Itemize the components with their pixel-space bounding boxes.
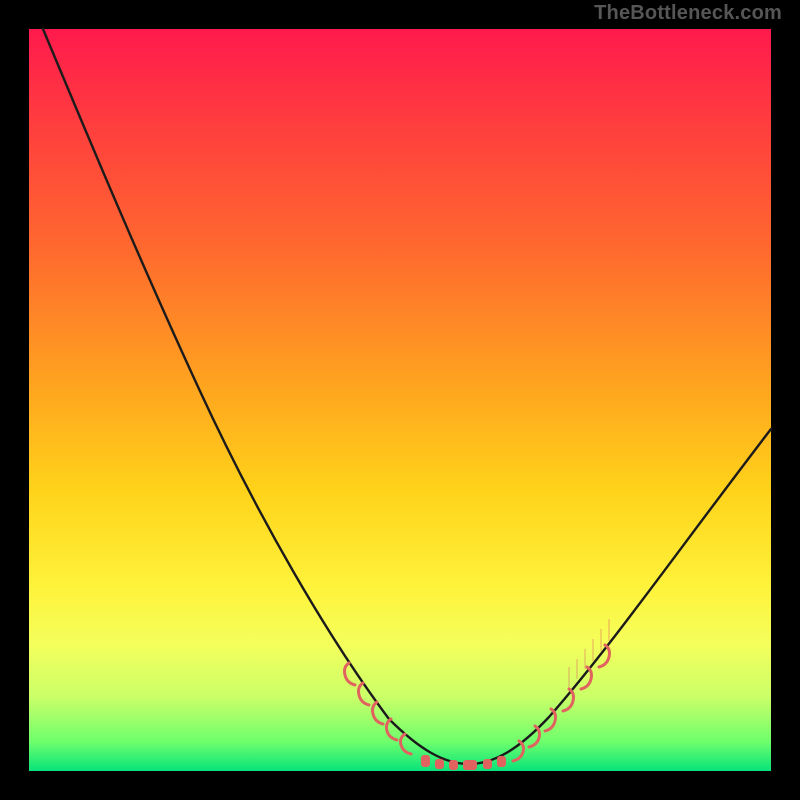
chart-frame [14,14,786,786]
bottleneck-curve-svg [29,29,771,771]
bottleneck-curve [43,29,771,764]
marker-hairlines-right [569,619,609,689]
marker-valley-ticks [421,755,506,770]
marker-cluster-left [345,663,412,754]
plot-area [29,29,771,771]
